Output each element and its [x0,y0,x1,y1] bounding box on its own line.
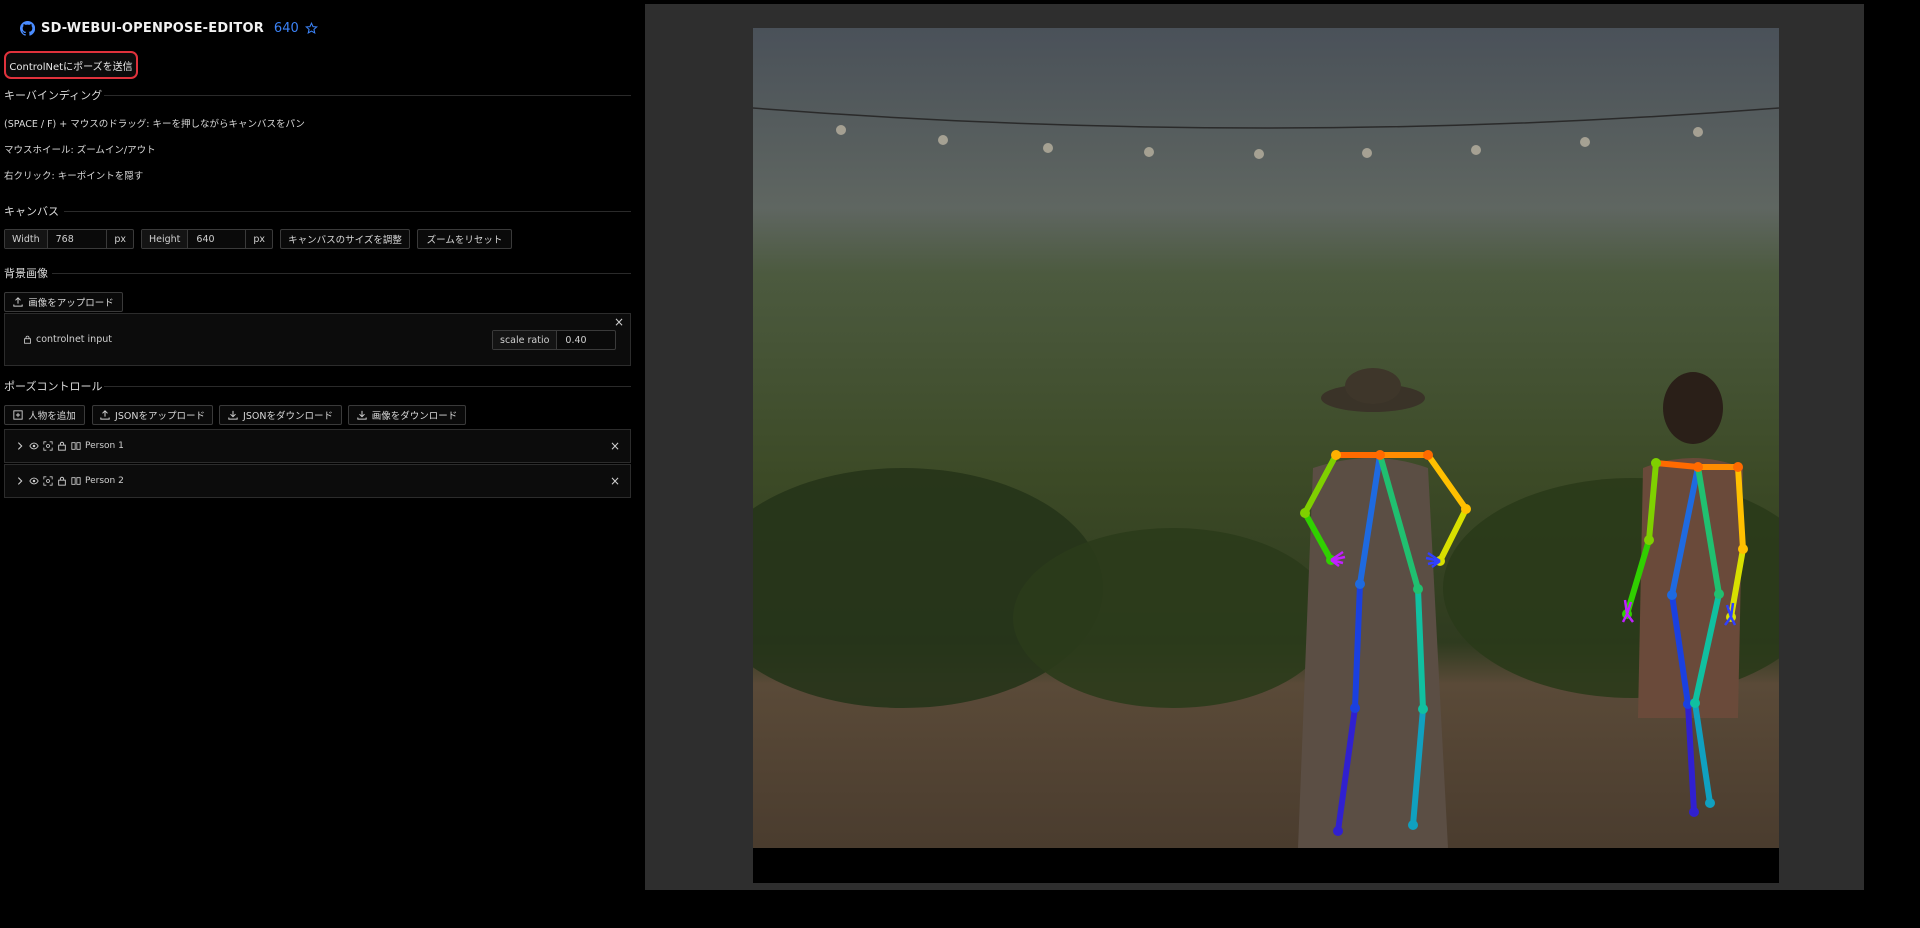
lock-icon[interactable] [57,441,67,451]
person-controls: Person 1 [15,441,124,451]
hands-icon[interactable] [71,441,81,451]
download-image-button[interactable]: 画像をダウンロード [348,405,466,425]
height-input[interactable]: 640 [188,230,245,248]
add-icon [13,410,23,420]
divider [104,95,631,96]
upload-image-button[interactable]: 画像をアップロード [4,292,123,312]
eye-icon[interactable] [29,476,39,486]
add-person-button[interactable]: 人物を追加 [4,405,85,425]
width-input[interactable]: 768 [48,230,107,248]
star-count[interactable]: 640 [274,21,299,36]
height-field[interactable]: Height 640 px [141,229,273,249]
add-person-label: 人物を追加 [28,411,76,422]
width-unit: px [106,230,133,248]
person-row[interactable]: Person 1 × [4,429,631,463]
upload-icon [100,410,110,420]
divider [52,273,631,274]
app-title: SD-WEBUI-OPENPOSE-EDITOR [41,20,264,36]
remove-background-button[interactable]: × [614,315,624,329]
github-icon[interactable] [20,20,35,36]
keybinding-hide: 右クリック: キーポイントを隠す [4,171,144,182]
download-icon [228,410,238,420]
lock-icon[interactable] [57,476,67,486]
hands-icon[interactable] [71,476,81,486]
send-to-controlnet-button[interactable]: ControlNetにポーズを送信 [4,51,138,79]
lock-icon[interactable] [23,335,32,344]
upload-json-button[interactable]: JSONをアップロード [92,405,213,425]
divider [64,211,631,212]
person-name: Person 1 [85,441,124,451]
pose-canvas[interactable] [753,28,1779,883]
chevron-right-icon[interactable] [15,441,25,451]
remove-person-button[interactable]: × [610,439,620,453]
eye-icon[interactable] [29,441,39,451]
background-section-title: 背景画像 [4,267,48,280]
reset-zoom-button[interactable]: ズームをリセット [417,229,512,249]
upload-json-label: JSONをアップロード [115,411,205,422]
download-image-label: 画像をダウンロード [371,411,458,422]
chevron-right-icon[interactable] [15,476,25,486]
person-row[interactable]: Person 2 × [4,464,631,498]
divider [104,386,631,387]
download-json-button[interactable]: JSONをダウンロード [219,405,342,425]
height-unit: px [245,230,272,248]
pose-control-title: ポーズコントロール [4,380,103,393]
scale-ratio-field[interactable]: scale ratio 0.40 [492,330,616,350]
background-layer-panel: × controlnet input scale ratio 0.40 [4,313,631,366]
keybinding-pan: (SPACE / F) + マウスのドラッグ: キーを押しながらキャンバスをパン [4,119,305,130]
width-field[interactable]: Width 768 px [4,229,134,249]
star-icon[interactable] [304,21,318,35]
header: SD-WEBUI-OPENPOSE-EDITOR 640 [20,18,318,38]
background-layer-name: controlnet input [36,334,112,345]
control-panel: SD-WEBUI-OPENPOSE-EDITOR 640 ControlNetに… [0,0,636,928]
person-controls: Person 2 [15,476,124,486]
focus-icon[interactable] [43,441,53,451]
width-label: Width [5,230,48,248]
download-icon [357,410,367,420]
keybinding-title: キーバインディング [4,89,103,102]
scale-ratio-label: scale ratio [493,331,558,349]
person-name: Person 2 [85,476,124,486]
upload-icon [13,297,23,307]
background-layer: controlnet input [23,334,112,345]
height-label: Height [142,230,189,248]
keybinding-zoom: マウスホイール: ズームイン/アウト [4,145,156,156]
download-json-label: JSONをダウンロード [243,411,333,422]
openpose-skeleton-overlay[interactable] [753,28,1779,848]
upload-image-label: 画像をアップロード [28,298,114,309]
canvas-section-title: キャンバス [4,205,59,218]
focus-icon[interactable] [43,476,53,486]
remove-person-button[interactable]: × [610,474,620,488]
resize-canvas-button[interactable]: キャンバスのサイズを調整 [280,229,410,249]
scale-ratio-input[interactable]: 0.40 [557,331,615,349]
